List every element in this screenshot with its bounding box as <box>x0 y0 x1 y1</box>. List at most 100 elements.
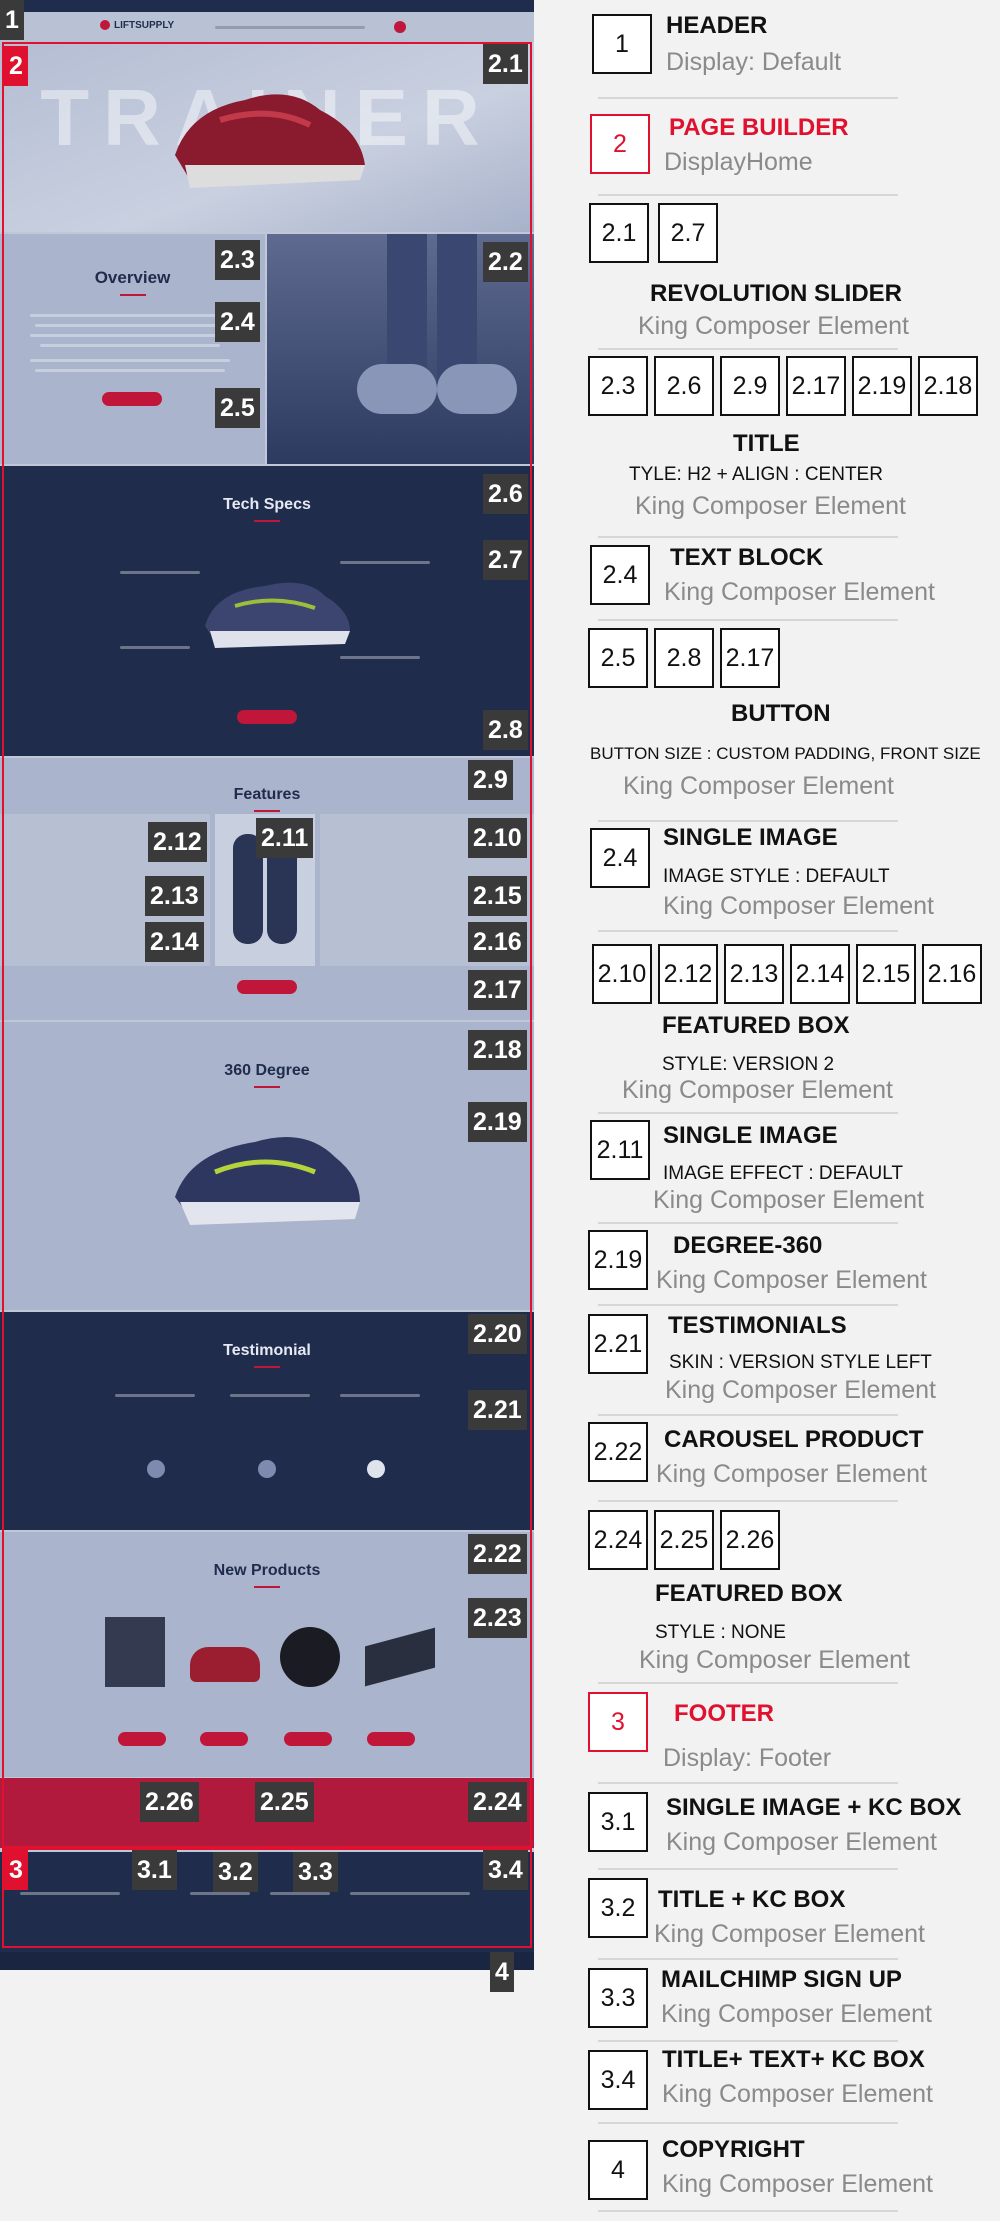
legend-panel: 1 HEADER Display: Default 2 PAGE BUILDER… <box>578 0 1000 2221</box>
legend-box: 3.3 <box>588 1968 648 2028</box>
legend-title: MAILCHIMP SIGN UP <box>661 1966 902 1993</box>
label-2-14: 2.14 <box>145 922 204 962</box>
legend-subtitle: Display: Footer <box>663 1744 832 1772</box>
legend-box: 2.4 <box>590 545 650 605</box>
legend-note: STYLE: VERSION 2 <box>662 1054 835 1075</box>
legend-subtitle: King Composer Element <box>638 312 909 340</box>
legend-box: 2.5 <box>588 628 648 688</box>
legend-subtitle: King Composer Element <box>654 1920 925 1948</box>
legend-box: 2.24 <box>588 1510 648 1570</box>
label-2-25: 2.25 <box>255 1782 314 1822</box>
label-2-4: 2.4 <box>215 302 260 342</box>
legend-title: FEATURED BOX <box>655 1580 843 1607</box>
label-2: 2 <box>4 46 28 86</box>
label-3: 3 <box>4 1850 28 1890</box>
legend-title: HEADER <box>666 12 768 39</box>
legend-box: 2.7 <box>658 203 718 263</box>
label-2-21: 2.21 <box>468 1390 527 1430</box>
cart-icon <box>394 21 406 33</box>
legend-title: PAGE BUILDER <box>669 114 849 141</box>
legend-box: 2.9 <box>720 356 780 416</box>
copyright-bar <box>0 1952 534 1970</box>
legend-box: 2.11 <box>590 1120 650 1180</box>
legend-title: TEXT BLOCK <box>670 544 824 571</box>
logo-icon <box>100 20 110 30</box>
legend-subtitle: King Composer Element <box>661 2000 932 2028</box>
legend-note: STYLE : NONE <box>655 1622 786 1643</box>
label-2-17: 2.17 <box>468 970 527 1010</box>
legend-subtitle: King Composer Element <box>656 1266 927 1294</box>
legend-title: DEGREE-360 <box>673 1232 823 1259</box>
legend-subtitle: King Composer Element <box>653 1186 924 1214</box>
legend-subtitle: King Composer Element <box>623 772 894 800</box>
legend-subtitle: King Composer Element <box>665 1376 936 1404</box>
legend-title: TITLE+ TEXT+ KC BOX <box>662 2046 925 2073</box>
legend-box: 2.6 <box>654 356 714 416</box>
legend-note: IMAGE EFFECT : DEFAULT <box>663 1163 903 1184</box>
legend-box: 2.3 <box>588 356 648 416</box>
legend-note: IMAGE STYLE : DEFAULT <box>663 866 890 887</box>
legend-note: BUTTON SIZE : CUSTOM PADDING, FRONT SIZE <box>590 744 981 763</box>
legend-title: SINGLE IMAGE <box>663 824 838 851</box>
label-2-15: 2.15 <box>468 876 527 916</box>
label-2-24: 2.24 <box>468 1782 527 1822</box>
label-3-1: 3.1 <box>132 1850 177 1890</box>
legend-subtitle: King Composer Element <box>622 1076 893 1104</box>
legend-title: COPYRIGHT <box>662 2136 805 2163</box>
label-2-26: 2.26 <box>140 1782 199 1822</box>
legend-box: 2.13 <box>724 944 784 1004</box>
legend-note: SKIN : VERSION STYLE LEFT <box>669 1352 932 1373</box>
legend-title: SINGLE IMAGE + KC BOX <box>666 1794 962 1821</box>
label-2-22: 2.22 <box>468 1534 527 1574</box>
legend-box: 2.21 <box>588 1314 648 1374</box>
legend-title: TITLE <box>733 430 800 457</box>
label-2-20: 2.20 <box>468 1314 527 1354</box>
label-3-3: 3.3 <box>293 1852 338 1892</box>
legend-subtitle: King Composer Element <box>663 892 934 920</box>
legend-box: 2.26 <box>720 1510 780 1570</box>
legend-subtitle: King Composer Element <box>664 578 935 606</box>
legend-box: 2.12 <box>658 944 718 1004</box>
legend-box: 3.2 <box>588 1878 648 1938</box>
legend-box: 2.17 <box>720 628 780 688</box>
legend-subtitle: Display: Default <box>666 48 842 76</box>
legend-subtitle: King Composer Element <box>639 1646 910 1674</box>
legend-title: FOOTER <box>674 1700 774 1727</box>
legend-box: 3 <box>588 1692 648 1752</box>
page-mockup: LIFTSUPPLY TRAINER Overview Tech Specs <box>0 0 534 1970</box>
legend-box: 2.4 <box>590 828 650 888</box>
legend-subtitle: King Composer Element <box>656 1460 927 1488</box>
legend-box: 2.10 <box>592 944 652 1004</box>
label-4: 4 <box>490 1952 514 1992</box>
legend-box: 2.22 <box>588 1422 648 1482</box>
label-2-19: 2.19 <box>468 1102 527 1142</box>
legend-note: TYLE: H2 + ALIGN : CENTER <box>629 464 883 485</box>
topbar <box>0 0 534 12</box>
label-2-6: 2.6 <box>483 474 528 514</box>
legend-title: BUTTON <box>731 700 831 727</box>
legend-title: REVOLUTION SLIDER <box>650 280 903 307</box>
legend-subtitle: King Composer Element <box>666 1828 937 1856</box>
legend-box: 2.17 <box>786 356 846 416</box>
legend-box: 2.16 <box>922 944 982 1004</box>
legend-subtitle: DisplayHome <box>664 148 813 176</box>
legend-subtitle: King Composer Element <box>635 492 906 520</box>
legend-title: SINGLE IMAGE <box>663 1122 838 1149</box>
label-2-2: 2.2 <box>483 242 528 282</box>
legend-box: 3.1 <box>588 1792 648 1852</box>
legend-box: 2.1 <box>589 203 649 263</box>
label-2-18: 2.18 <box>468 1030 527 1070</box>
footer-frame <box>2 1846 532 1948</box>
legend-title: FEATURED BOX <box>662 1012 850 1039</box>
label-2-11: 2.11 <box>256 818 314 858</box>
legend-box: 2 <box>590 114 650 174</box>
label-2-5: 2.5 <box>215 388 260 428</box>
label-2-9: 2.9 <box>468 760 513 800</box>
legend-box: 4 <box>588 2140 648 2200</box>
legend-subtitle: King Composer Element <box>662 2170 933 2198</box>
legend-title: CAROUSEL PRODUCT <box>664 1426 924 1453</box>
label-3-4: 3.4 <box>483 1850 528 1890</box>
legend-box: 1 <box>592 14 652 74</box>
label-2-3: 2.3 <box>215 240 260 280</box>
legend-box: 2.18 <box>918 356 978 416</box>
